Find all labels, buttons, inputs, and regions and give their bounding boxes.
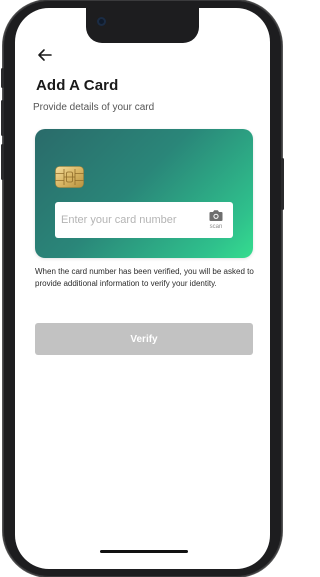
back-button[interactable]: [37, 47, 53, 63]
notch: [86, 8, 199, 43]
scan-button[interactable]: scan: [204, 207, 228, 235]
card-chip-icon: [55, 166, 84, 188]
camera-icon: [209, 210, 223, 221]
home-indicator: [100, 550, 188, 553]
verification-info-text: When the card number has been verified, …: [35, 267, 254, 288]
arrow-left-icon: [38, 49, 52, 61]
card-number-field: scan: [55, 202, 233, 238]
scan-label: scan: [209, 224, 223, 230]
front-camera: [97, 17, 106, 26]
verify-button[interactable]: Verify: [35, 323, 253, 355]
app-screen: Add A Card Provide details of your card: [15, 8, 270, 569]
page-title: Add A Card: [36, 77, 119, 94]
power-button: [281, 158, 284, 210]
card-number-input[interactable]: [61, 211, 199, 229]
mute-switch: [1, 68, 4, 88]
volume-down-button: [1, 144, 4, 180]
volume-up-button: [1, 100, 4, 136]
card-preview: scan: [35, 129, 253, 258]
page-subtitle: Provide details of your card: [33, 102, 155, 113]
